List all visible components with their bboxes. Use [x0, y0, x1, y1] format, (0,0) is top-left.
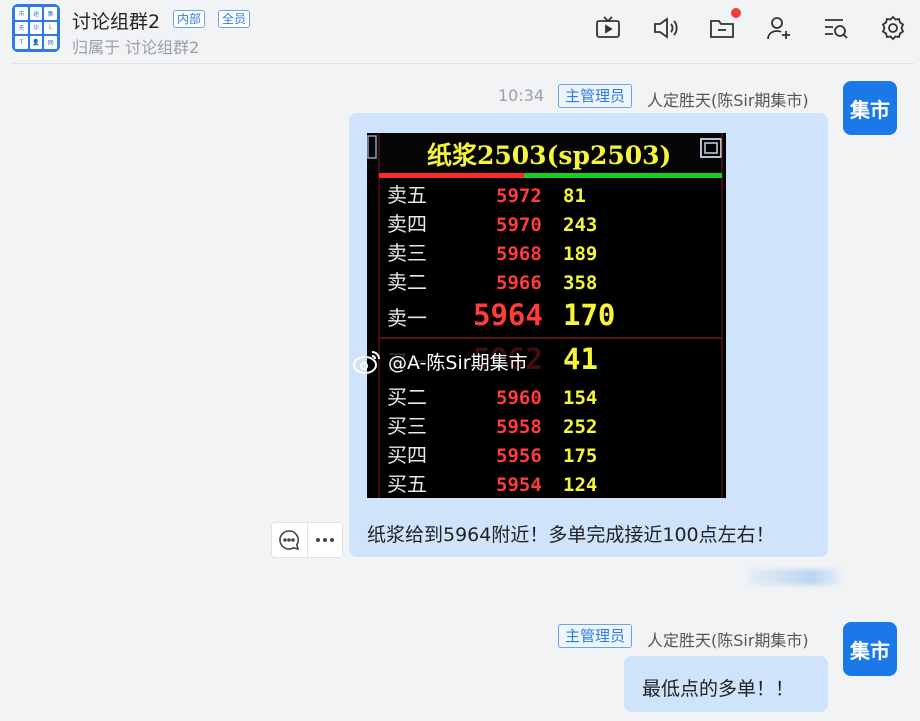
sender-name[interactable]: 人定胜天(陈Sir期集市)	[647, 87, 809, 111]
avatar-char: 华	[29, 21, 43, 35]
avatar-char: 👤	[29, 36, 43, 49]
order-book-level-label: 卖二	[387, 270, 427, 294]
order-book-volume: 170	[563, 298, 615, 332]
order-book-level-label: 卖一	[387, 306, 427, 330]
tag-all-members: 全员	[218, 10, 251, 28]
order-book-price: 5956	[496, 445, 542, 467]
order-book-level-label: 买四	[387, 443, 427, 467]
avatar-char: 市	[15, 7, 28, 20]
order-book-level-label: 卖五	[387, 183, 427, 207]
sender-name[interactable]: 人定胜天(陈Sir期集市)	[647, 627, 809, 651]
order-book-volume: 189	[563, 243, 597, 265]
read-status-blurred	[748, 569, 840, 585]
avatar-char: 集	[44, 7, 57, 20]
more-icon	[315, 538, 334, 542]
order-book-title: 纸浆2503(sp2503)	[427, 141, 671, 170]
order-book-price: 5964	[473, 298, 543, 332]
chat-header: 市 途 集 天 华 L T 👤 网 讨论组群2 内部 全员 归属于 讨论组群2	[0, 0, 920, 64]
tag-internal: 内部	[173, 10, 206, 28]
message-text: 纸浆给到5964附近！多单完成接近100点左右！	[367, 524, 775, 546]
tv-icon[interactable]	[594, 14, 622, 42]
sender-avatar[interactable]: 集市	[843, 622, 897, 676]
order-book-volume: 358	[563, 272, 597, 294]
watermark: @A-陈Sir期集市	[352, 348, 528, 375]
watermark-text: @A-陈Sir期集市	[388, 352, 528, 374]
order-book-price: 5970	[496, 214, 542, 236]
role-badge: 主管理员	[558, 84, 633, 108]
weibo-icon	[353, 350, 380, 374]
more-button[interactable]	[306, 523, 342, 557]
comment-button[interactable]	[272, 523, 307, 557]
order-book-volume: 252	[563, 416, 597, 438]
comment-icon	[279, 530, 300, 551]
order-book-price: 5954	[496, 474, 542, 496]
notification-dot	[731, 8, 741, 18]
avatar-char: 途	[29, 7, 43, 20]
order-book-level-label: 买二	[387, 385, 427, 409]
order-book-level-label: 买三	[387, 414, 427, 438]
order-book-price: 5968	[496, 243, 542, 265]
order-book-price: 5960	[496, 387, 542, 409]
group-title: 讨论组群2	[72, 11, 161, 33]
message-time: 10:34	[498, 86, 545, 105]
add-user-icon[interactable]	[765, 14, 793, 42]
order-book-volume: 124	[563, 474, 597, 496]
message-actions	[271, 522, 343, 558]
group-subtitle: 归属于 讨论组群2	[72, 38, 200, 57]
folder-icon[interactable]	[708, 14, 736, 42]
message-text: 最低点的多单！！	[642, 678, 795, 700]
avatar-char: L	[44, 21, 57, 35]
order-book-price: 5958	[496, 416, 542, 438]
group-avatar[interactable]: 市 途 集 天 华 L T 👤 网	[12, 4, 60, 52]
order-book-level-label: 买五	[387, 472, 427, 496]
role-badge: 主管理员	[558, 624, 633, 648]
order-book-level-label: 卖三	[387, 241, 427, 265]
search-list-icon[interactable]	[822, 14, 850, 42]
order-book-price: 5972	[496, 185, 542, 207]
avatar-char: 网	[44, 36, 57, 49]
gear-icon[interactable]	[879, 14, 907, 42]
order-book-image[interactable]: 纸浆2503(sp2503) 卖五 5972 81 卖四 5970 243 卖三 5968 18…	[367, 133, 726, 498]
order-book-price: 5966	[496, 272, 542, 294]
avatar-char: T	[15, 36, 28, 49]
order-book-volume: 243	[563, 214, 597, 236]
speaker-icon[interactable]	[651, 14, 679, 42]
order-book-volume: 154	[563, 387, 597, 409]
order-book-volume: 41	[563, 342, 598, 376]
sender-avatar[interactable]: 集市	[843, 81, 897, 135]
avatar-char: 天	[15, 21, 28, 35]
header-divider	[12, 63, 914, 64]
order-book-volume: 175	[563, 445, 597, 467]
order-book-level-label: 卖四	[387, 212, 427, 236]
order-book-volume: 81	[563, 185, 586, 207]
